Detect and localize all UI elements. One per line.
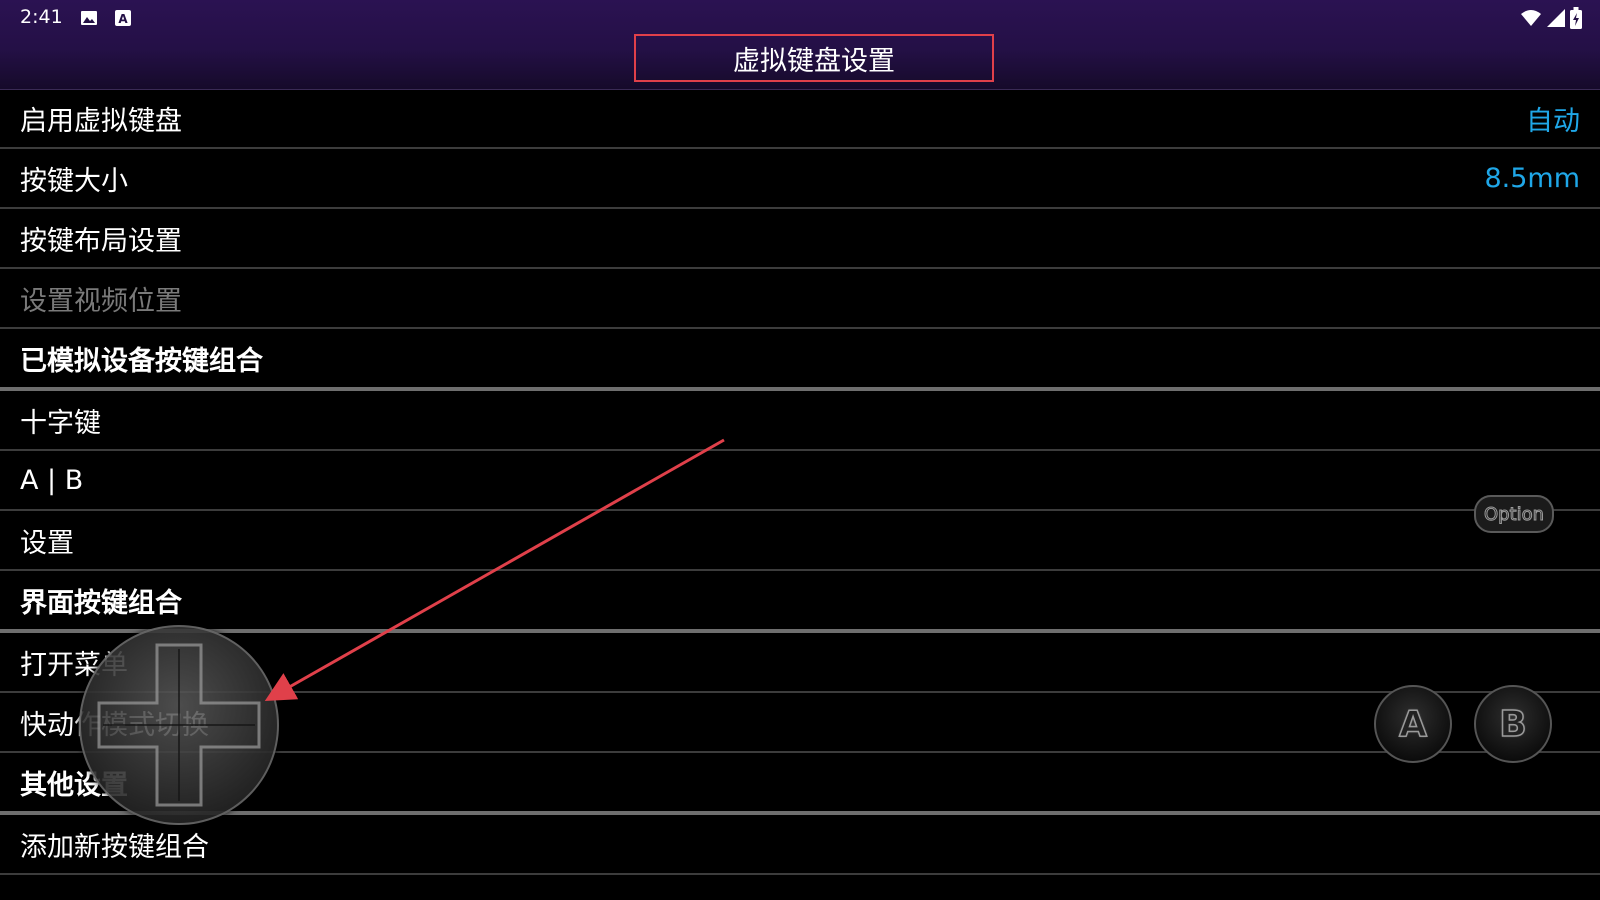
page-title: 虚拟键盘设置 [634, 34, 994, 82]
row-key-layout-settings[interactable]: 按键布局设置 [0, 209, 1600, 269]
row-add-key-combo[interactable]: 添加新按键组合 [0, 815, 1600, 875]
section-interface-keys: 界面按键组合 [0, 571, 1600, 633]
virtual-a-button[interactable]: A [1374, 685, 1452, 763]
row-label: 设置视频位置 [20, 285, 182, 317]
row-value: 自动 [1526, 105, 1580, 137]
section-header: 已模拟设备按键组合 [20, 345, 263, 377]
image-icon [81, 11, 97, 25]
status-time: 2:41 [20, 6, 63, 28]
row-label: 十字键 [20, 407, 101, 439]
row-key-size[interactable]: 按键大小 8.5mm [0, 149, 1600, 209]
row-settings[interactable]: 设置 [0, 511, 1600, 571]
section-header: 界面按键组合 [20, 587, 182, 619]
top-bar: 2:41 A 虚拟键盘设置 [0, 0, 1600, 90]
row-video-position: 设置视频位置 [0, 269, 1600, 329]
svg-text:A: A [118, 12, 128, 26]
signal-icon [1547, 9, 1565, 27]
row-enable-virtual-keyboard[interactable]: 启用虚拟键盘 自动 [0, 89, 1600, 149]
row-label: 启用虚拟键盘 [20, 105, 182, 137]
virtual-b-button[interactable]: B [1474, 685, 1552, 763]
row-label: 按键布局设置 [20, 225, 182, 257]
keyboard-a-icon: A [115, 10, 131, 26]
row-a-b[interactable]: A | B [0, 451, 1600, 511]
row-label: 按键大小 [20, 165, 128, 197]
row-dpad[interactable]: 十字键 [0, 391, 1600, 451]
dpad-cross-icon [97, 643, 261, 807]
app-screen: 2:41 A 虚拟键盘设置 启用虚拟键盘 自动 按键大小 8.5mm 按键布局设… [0, 0, 1600, 900]
wifi-icon [1521, 10, 1541, 26]
row-label: 添加新按键组合 [20, 831, 209, 863]
section-emulated-device-keys: 已模拟设备按键组合 [0, 329, 1600, 391]
row-label: A | B [20, 464, 84, 496]
row-label: 设置 [20, 527, 74, 559]
battery-icon [1570, 7, 1582, 29]
virtual-option-button[interactable]: Option [1474, 495, 1554, 533]
status-icons [1520, 7, 1582, 29]
row-value: 8.5mm [1484, 162, 1580, 194]
virtual-dpad[interactable] [79, 625, 279, 825]
